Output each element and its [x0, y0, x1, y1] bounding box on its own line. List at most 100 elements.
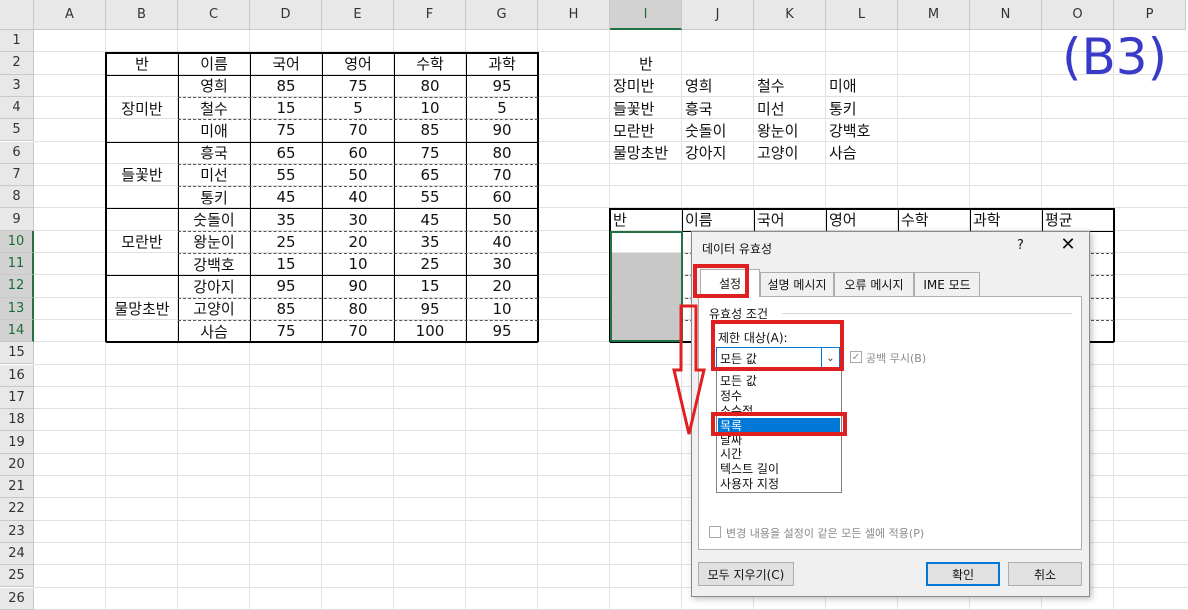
class-name-cell[interactable]: 장미반 — [106, 75, 178, 142]
score-cell[interactable]: 85 — [394, 119, 466, 141]
row-header-9[interactable]: 9 — [0, 208, 34, 231]
row-header-24[interactable]: 24 — [0, 542, 34, 566]
option-whole-number[interactable]: 정수 — [720, 388, 742, 403]
student-name-cell[interactable]: 사슴 — [178, 320, 250, 342]
row-header-19[interactable]: 19 — [0, 431, 34, 454]
column-header-c[interactable]: C — [178, 0, 250, 30]
table-header[interactable]: 영어 — [322, 52, 394, 74]
score-cell[interactable]: 15 — [394, 275, 466, 297]
score-cell[interactable]: 95 — [250, 275, 322, 297]
row-header-16[interactable]: 16 — [0, 364, 34, 387]
score-cell[interactable]: 70 — [322, 320, 394, 342]
student-name-cell[interactable]: 왕눈이 — [178, 231, 250, 253]
row-header-11[interactable]: 11 — [0, 253, 34, 276]
result-header[interactable]: 반 — [610, 208, 682, 230]
column-header-o[interactable]: O — [1042, 0, 1114, 30]
lookup-header[interactable]: 반 — [610, 52, 682, 74]
row-header-10[interactable]: 10 — [0, 230, 34, 253]
class-name-cell[interactable]: 물망초반 — [106, 275, 178, 342]
option-time[interactable]: 시간 — [720, 446, 742, 461]
column-header-i[interactable]: I — [610, 0, 682, 30]
student-name-cell[interactable]: 미선 — [178, 164, 250, 186]
lookup-cell[interactable]: 왕눈이 — [754, 119, 826, 141]
score-cell[interactable]: 55 — [394, 186, 466, 208]
student-name-cell[interactable]: 미애 — [178, 119, 250, 141]
table-header[interactable]: 과학 — [466, 52, 538, 74]
lookup-cell[interactable]: 미선 — [754, 97, 826, 119]
row-header-14[interactable]: 14 — [0, 319, 34, 343]
option-custom[interactable]: 사용자 지정 — [720, 476, 779, 491]
score-cell[interactable]: 100 — [394, 320, 466, 342]
row-header-5[interactable]: 5 — [0, 119, 34, 142]
score-cell[interactable]: 35 — [250, 208, 322, 230]
result-header[interactable]: 수학 — [898, 208, 970, 230]
score-cell[interactable]: 80 — [394, 75, 466, 97]
lookup-cell[interactable]: 장미반 — [610, 75, 682, 97]
lookup-cell[interactable]: 사슴 — [826, 142, 898, 164]
score-cell[interactable]: 95 — [466, 320, 538, 342]
row-header-4[interactable]: 4 — [0, 96, 34, 120]
column-header-g[interactable]: G — [466, 0, 538, 30]
column-header-p[interactable]: P — [1114, 0, 1186, 30]
student-name-cell[interactable]: 고양이 — [178, 298, 250, 320]
score-cell[interactable]: 20 — [466, 275, 538, 297]
lookup-cell[interactable]: 숫돌이 — [682, 119, 754, 141]
lookup-cell[interactable]: 철수 — [754, 75, 826, 97]
row-header-1[interactable]: 1 — [0, 30, 34, 53]
lookup-cell[interactable]: 물망초반 — [610, 142, 682, 164]
score-cell[interactable]: 35 — [394, 231, 466, 253]
row-header-26[interactable]: 26 — [0, 587, 34, 610]
result-header[interactable]: 평균 — [1042, 208, 1114, 230]
score-cell[interactable]: 50 — [322, 164, 394, 186]
select-all-corner[interactable] — [0, 0, 34, 30]
score-cell[interactable]: 5 — [322, 97, 394, 119]
score-cell[interactable]: 15 — [250, 97, 322, 119]
score-cell[interactable]: 60 — [322, 142, 394, 164]
score-cell[interactable]: 95 — [394, 298, 466, 320]
student-name-cell[interactable]: 강아지 — [178, 275, 250, 297]
apply-all-checkbox[interactable] — [709, 526, 721, 538]
score-cell[interactable]: 50 — [466, 208, 538, 230]
score-cell[interactable]: 75 — [322, 75, 394, 97]
row-header-3[interactable]: 3 — [0, 74, 34, 97]
row-header-25[interactable]: 25 — [0, 565, 34, 588]
score-cell[interactable]: 15 — [250, 253, 322, 275]
student-name-cell[interactable]: 숫돌이 — [178, 208, 250, 230]
score-cell[interactable]: 90 — [322, 275, 394, 297]
table-header[interactable]: 반 — [106, 52, 178, 74]
score-cell[interactable]: 85 — [250, 75, 322, 97]
ignore-blank-checkbox[interactable]: ✓ — [850, 351, 862, 363]
column-header-k[interactable]: K — [754, 0, 826, 30]
option-text-length[interactable]: 텍스트 길이 — [720, 461, 779, 476]
score-cell[interactable]: 10 — [394, 97, 466, 119]
tab-ime-mode[interactable]: IME 모드 — [914, 272, 980, 296]
score-cell[interactable]: 75 — [250, 320, 322, 342]
lookup-cell[interactable]: 고양이 — [754, 142, 826, 164]
spreadsheet[interactable]: A B C D E F G H I J K L M N O P 1 2 3 4 5 6 7 8 9 10 11 12 13 14 15 16 1… — [0, 0, 1188, 610]
table-header[interactable]: 국어 — [250, 52, 322, 74]
row-header-7[interactable]: 7 — [0, 163, 34, 187]
score-cell[interactable]: 30 — [466, 253, 538, 275]
score-cell[interactable]: 20 — [322, 231, 394, 253]
result-header[interactable]: 국어 — [754, 208, 826, 230]
row-header-8[interactable]: 8 — [0, 186, 34, 209]
lookup-cell[interactable]: 흥국 — [682, 97, 754, 119]
result-header[interactable]: 과학 — [970, 208, 1042, 230]
close-button[interactable]: ✕ — [1056, 234, 1080, 255]
option-any-value[interactable]: 모든 값 — [720, 373, 757, 388]
class-name-cell[interactable]: 들꽃반 — [106, 142, 178, 209]
score-cell[interactable]: 60 — [466, 186, 538, 208]
score-cell[interactable]: 40 — [466, 231, 538, 253]
score-cell[interactable]: 5 — [466, 97, 538, 119]
column-header-a[interactable]: A — [34, 0, 106, 30]
column-header-d[interactable]: D — [250, 0, 322, 30]
tab-input-message[interactable]: 설명 메시지 — [760, 272, 834, 296]
column-header-f[interactable]: F — [394, 0, 466, 30]
score-cell[interactable]: 85 — [250, 298, 322, 320]
student-name-cell[interactable]: 영희 — [178, 75, 250, 97]
class-name-cell[interactable]: 모란반 — [106, 208, 178, 275]
score-cell[interactable]: 75 — [250, 119, 322, 141]
column-header-m[interactable]: M — [898, 0, 970, 30]
score-cell[interactable]: 25 — [394, 253, 466, 275]
score-cell[interactable]: 40 — [322, 186, 394, 208]
